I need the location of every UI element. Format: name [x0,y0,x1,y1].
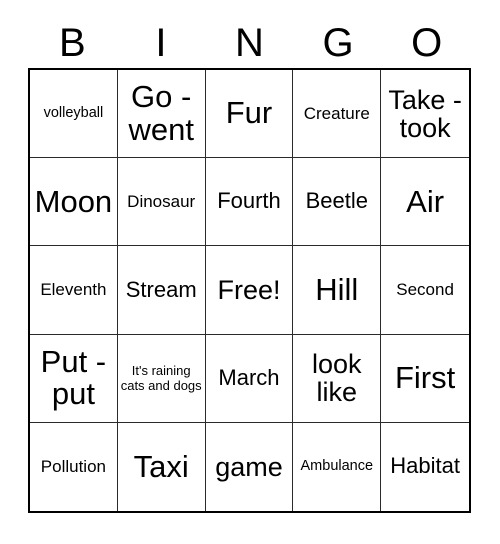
bingo-grid: volleyball Go - went Fur Creature Take - too… [28,68,471,513]
bingo-cell-label: Put - put [40,343,107,412]
bingo-cell-label: First [394,360,456,396]
bingo-cell-label: Ambulance [300,458,374,475]
bingo-cell-label: Second [396,280,454,300]
column-header-b: B [58,21,86,65]
bingo-card: B I N G O volleyball Go - went Fur Creature… [0,0,500,544]
bingo-cell-label: Beetle [305,188,368,214]
bingo-cell-label: volleyball [43,105,104,122]
bingo-cell-r3c5[interactable]: Second [381,246,469,335]
bingo-cell-r2c5[interactable]: Air [381,158,469,247]
bingo-cell-label: It's raining cats and dogs [120,362,202,394]
column-header-o: O [411,21,443,65]
bingo-cell-r5c5[interactable]: Habitat [381,422,469,511]
bingo-cell-r3c3[interactable]: Free! [205,246,294,335]
bingo-cell-label: Dinosaur [127,191,196,211]
bingo-cell-r1c5[interactable]: Take - took [381,70,469,159]
bingo-column-headers: B I N G O [28,18,471,68]
bingo-cell-r1c4[interactable]: Creature [293,70,382,159]
bingo-cell-label: Pollution [40,457,106,477]
bingo-cell-r5c2[interactable]: Taxi [117,422,206,511]
bingo-cell-label: Creature [303,103,370,123]
bingo-cell-r4c5[interactable]: First [381,334,469,423]
bingo-cell-label: Stream [125,276,197,302]
bingo-cell-r3c2[interactable]: Stream [117,246,206,335]
bingo-cell-r2c4[interactable]: Beetle [293,158,382,247]
bingo-cell-label: game [215,451,283,482]
bingo-cell-r2c2[interactable]: Dinosaur [117,158,206,247]
bingo-cell-label: Hill [315,271,359,307]
bingo-cell-label: Moon [34,183,113,219]
bingo-cell-label: Free! [217,274,281,305]
bingo-cell-label: Take - took [388,84,462,143]
bingo-cell-r4c4[interactable]: look like [293,334,382,423]
column-header-i: I [155,21,167,65]
bingo-cell-r4c1[interactable]: Put - put [30,334,118,423]
bingo-cell-label: Habitat [390,453,460,479]
bingo-cell-label: Eleventh [40,280,107,300]
bingo-cell-r4c2[interactable]: It's raining cats and dogs [117,334,206,423]
column-header-g: G [322,21,354,65]
bingo-cell-label: Air [406,183,445,219]
bingo-cell-label: look like [312,349,362,408]
bingo-cell-label: March [218,364,280,390]
column-header-n: N [235,21,264,65]
bingo-cell-r2c3[interactable]: Fourth [205,158,294,247]
bingo-cell-r5c3[interactable]: game [205,422,294,511]
bingo-cell-label: Taxi [133,448,189,484]
bingo-cell-label: Go - went [128,79,194,147]
bingo-cell-r4c3[interactable]: March [205,334,294,423]
bingo-cell-label: Fourth [217,188,281,214]
bingo-cell-r2c1[interactable]: Moon [30,158,118,247]
bingo-cell-r1c2[interactable]: Go - went [117,70,206,159]
bingo-cell-r5c1[interactable]: Pollution [30,422,118,511]
bingo-cell-r5c4[interactable]: Ambulance [293,422,382,511]
bingo-cell-r3c4[interactable]: Hill [293,246,382,335]
bingo-cell-r1c1[interactable]: volleyball [30,70,118,159]
bingo-cell-r3c1[interactable]: Eleventh [30,246,118,335]
bingo-cell-r1c3[interactable]: Fur [205,70,294,159]
bingo-cell-label: Fur [225,95,273,131]
